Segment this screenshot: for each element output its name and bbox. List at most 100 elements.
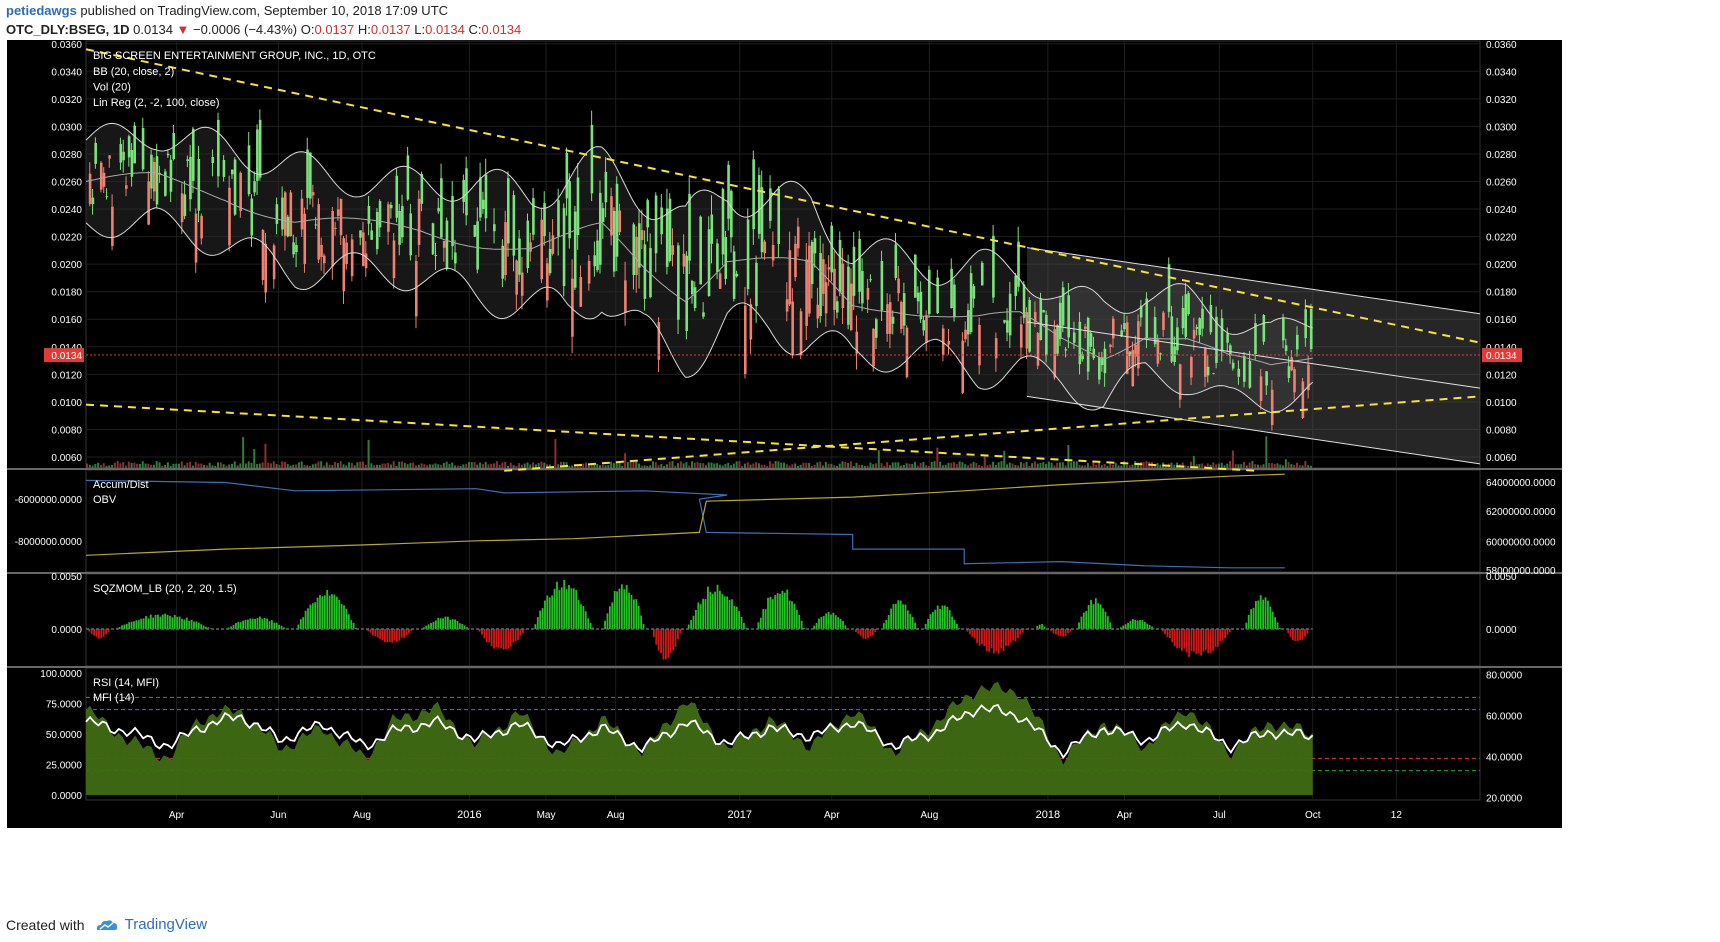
sqzmom-bar bbox=[771, 599, 774, 629]
candle-body bbox=[258, 119, 262, 178]
obv-legend-entry: OBV bbox=[93, 494, 117, 506]
chart-svg[interactable]: Apr Jun Aug 2016 May Aug 2017 Apr Aug 2018 Apr Jul O… bbox=[0, 0, 1720, 942]
volume-bar bbox=[389, 464, 392, 468]
sqzmom-bar bbox=[637, 605, 640, 629]
candle-body bbox=[169, 159, 173, 192]
sqzmom-bar bbox=[842, 620, 844, 629]
volume-bar bbox=[406, 464, 409, 468]
tradingview-brand-link[interactable]: TradingView bbox=[125, 916, 208, 933]
sqzmom-bar bbox=[827, 611, 830, 629]
sqzmom-bar bbox=[764, 609, 767, 629]
sqzmom-bar bbox=[1183, 628, 1186, 649]
volume-bar bbox=[1145, 461, 1148, 468]
candle-body bbox=[130, 150, 134, 177]
volume-bar bbox=[1109, 463, 1112, 468]
volume-bar bbox=[166, 462, 169, 468]
sqzmom-bar bbox=[948, 610, 951, 629]
volume-bar bbox=[769, 461, 772, 468]
candle-body bbox=[1187, 293, 1190, 315]
sqzmom-bar bbox=[372, 628, 374, 636]
candle-body bbox=[1243, 356, 1246, 382]
sqzmom-bar bbox=[497, 628, 500, 648]
volume-bar bbox=[487, 464, 490, 468]
candle-body bbox=[905, 327, 909, 378]
sqzmom-bar bbox=[481, 628, 483, 635]
sqzmom-bar bbox=[1005, 628, 1007, 646]
candle-body bbox=[283, 192, 287, 236]
candle-body bbox=[529, 242, 532, 252]
sqzmom-bar bbox=[786, 589, 789, 629]
candle-body bbox=[1067, 295, 1070, 338]
volume-bar bbox=[1019, 462, 1022, 468]
price-y-tick-label-right: 0.0340 bbox=[1486, 67, 1517, 78]
sqzmom-bar bbox=[699, 604, 702, 629]
candle-body bbox=[122, 151, 125, 161]
sqzmom-bar bbox=[495, 628, 498, 647]
sqzmom-bar bbox=[102, 628, 105, 637]
volume-bar bbox=[1078, 465, 1081, 468]
sqzmom-bar bbox=[953, 619, 956, 629]
candle-body bbox=[1212, 372, 1215, 374]
sqzmom-bar bbox=[271, 620, 273, 629]
candle-body bbox=[916, 292, 920, 302]
volume-bar bbox=[1284, 459, 1287, 468]
sqzmom-bar bbox=[263, 617, 266, 629]
volume-bar bbox=[1025, 462, 1028, 468]
volume-bar bbox=[426, 465, 429, 468]
candle-body bbox=[1173, 346, 1176, 362]
volume-bar bbox=[1217, 463, 1220, 468]
volume-bar bbox=[1270, 463, 1273, 468]
volume-bar bbox=[272, 461, 275, 468]
sqzmom-bar bbox=[795, 609, 798, 629]
volume-bar bbox=[1159, 464, 1162, 468]
volume-bar bbox=[922, 461, 925, 468]
sqzmom-bar bbox=[1166, 628, 1169, 637]
sqzmom-bar bbox=[307, 608, 309, 629]
candle-body bbox=[794, 243, 797, 278]
volume-bar bbox=[805, 462, 808, 468]
candle-body bbox=[1231, 362, 1235, 369]
sqzmom-bar bbox=[1080, 616, 1083, 629]
sqzmom-bar bbox=[728, 599, 731, 629]
sqzmom-bar bbox=[197, 622, 200, 629]
volume-bar bbox=[986, 465, 989, 468]
sqzmom-bar bbox=[311, 603, 314, 629]
volume-bar bbox=[1000, 461, 1003, 468]
sqzmom-bar bbox=[890, 608, 892, 629]
sqzmom-bar bbox=[1171, 628, 1174, 643]
x-tick-label: Jun bbox=[270, 810, 286, 821]
sqzmom-bar bbox=[616, 591, 618, 629]
candle-body bbox=[1028, 300, 1031, 352]
volume-bar bbox=[336, 463, 339, 468]
sqzmom-bar bbox=[783, 592, 786, 629]
sqzmom-bar bbox=[446, 616, 449, 629]
candle-body bbox=[936, 277, 939, 314]
volume-bar bbox=[741, 465, 744, 468]
sqzmom-bar bbox=[560, 587, 563, 629]
volume-bar bbox=[211, 465, 214, 468]
volume-bar bbox=[175, 463, 178, 468]
sqzmom-y-tick-label: 0.0050 bbox=[51, 572, 82, 583]
candle-body bbox=[785, 299, 789, 312]
volume-bar bbox=[1173, 464, 1176, 468]
sqzmom-bar bbox=[1247, 614, 1250, 629]
candle-body bbox=[604, 171, 608, 203]
sqzmom-bar bbox=[997, 628, 1000, 654]
volume-bar bbox=[997, 462, 1000, 468]
volume-bar bbox=[679, 461, 682, 468]
candle-body bbox=[805, 259, 808, 326]
volume-bar bbox=[1243, 461, 1246, 468]
sqzmom-bar bbox=[676, 628, 679, 640]
candle-body bbox=[506, 178, 510, 244]
volume-bar bbox=[267, 462, 270, 468]
sqzmom-bar bbox=[1212, 628, 1214, 651]
volume-bar bbox=[309, 465, 312, 468]
volume-bar bbox=[640, 465, 643, 468]
candle-body bbox=[362, 232, 365, 266]
sqzmom-bar bbox=[130, 621, 133, 629]
sqzmom-bar bbox=[568, 585, 570, 629]
sqzmom-bar bbox=[859, 628, 862, 636]
volume-bar bbox=[1053, 465, 1056, 468]
volume-bar bbox=[119, 463, 122, 468]
candle-body bbox=[230, 169, 234, 175]
